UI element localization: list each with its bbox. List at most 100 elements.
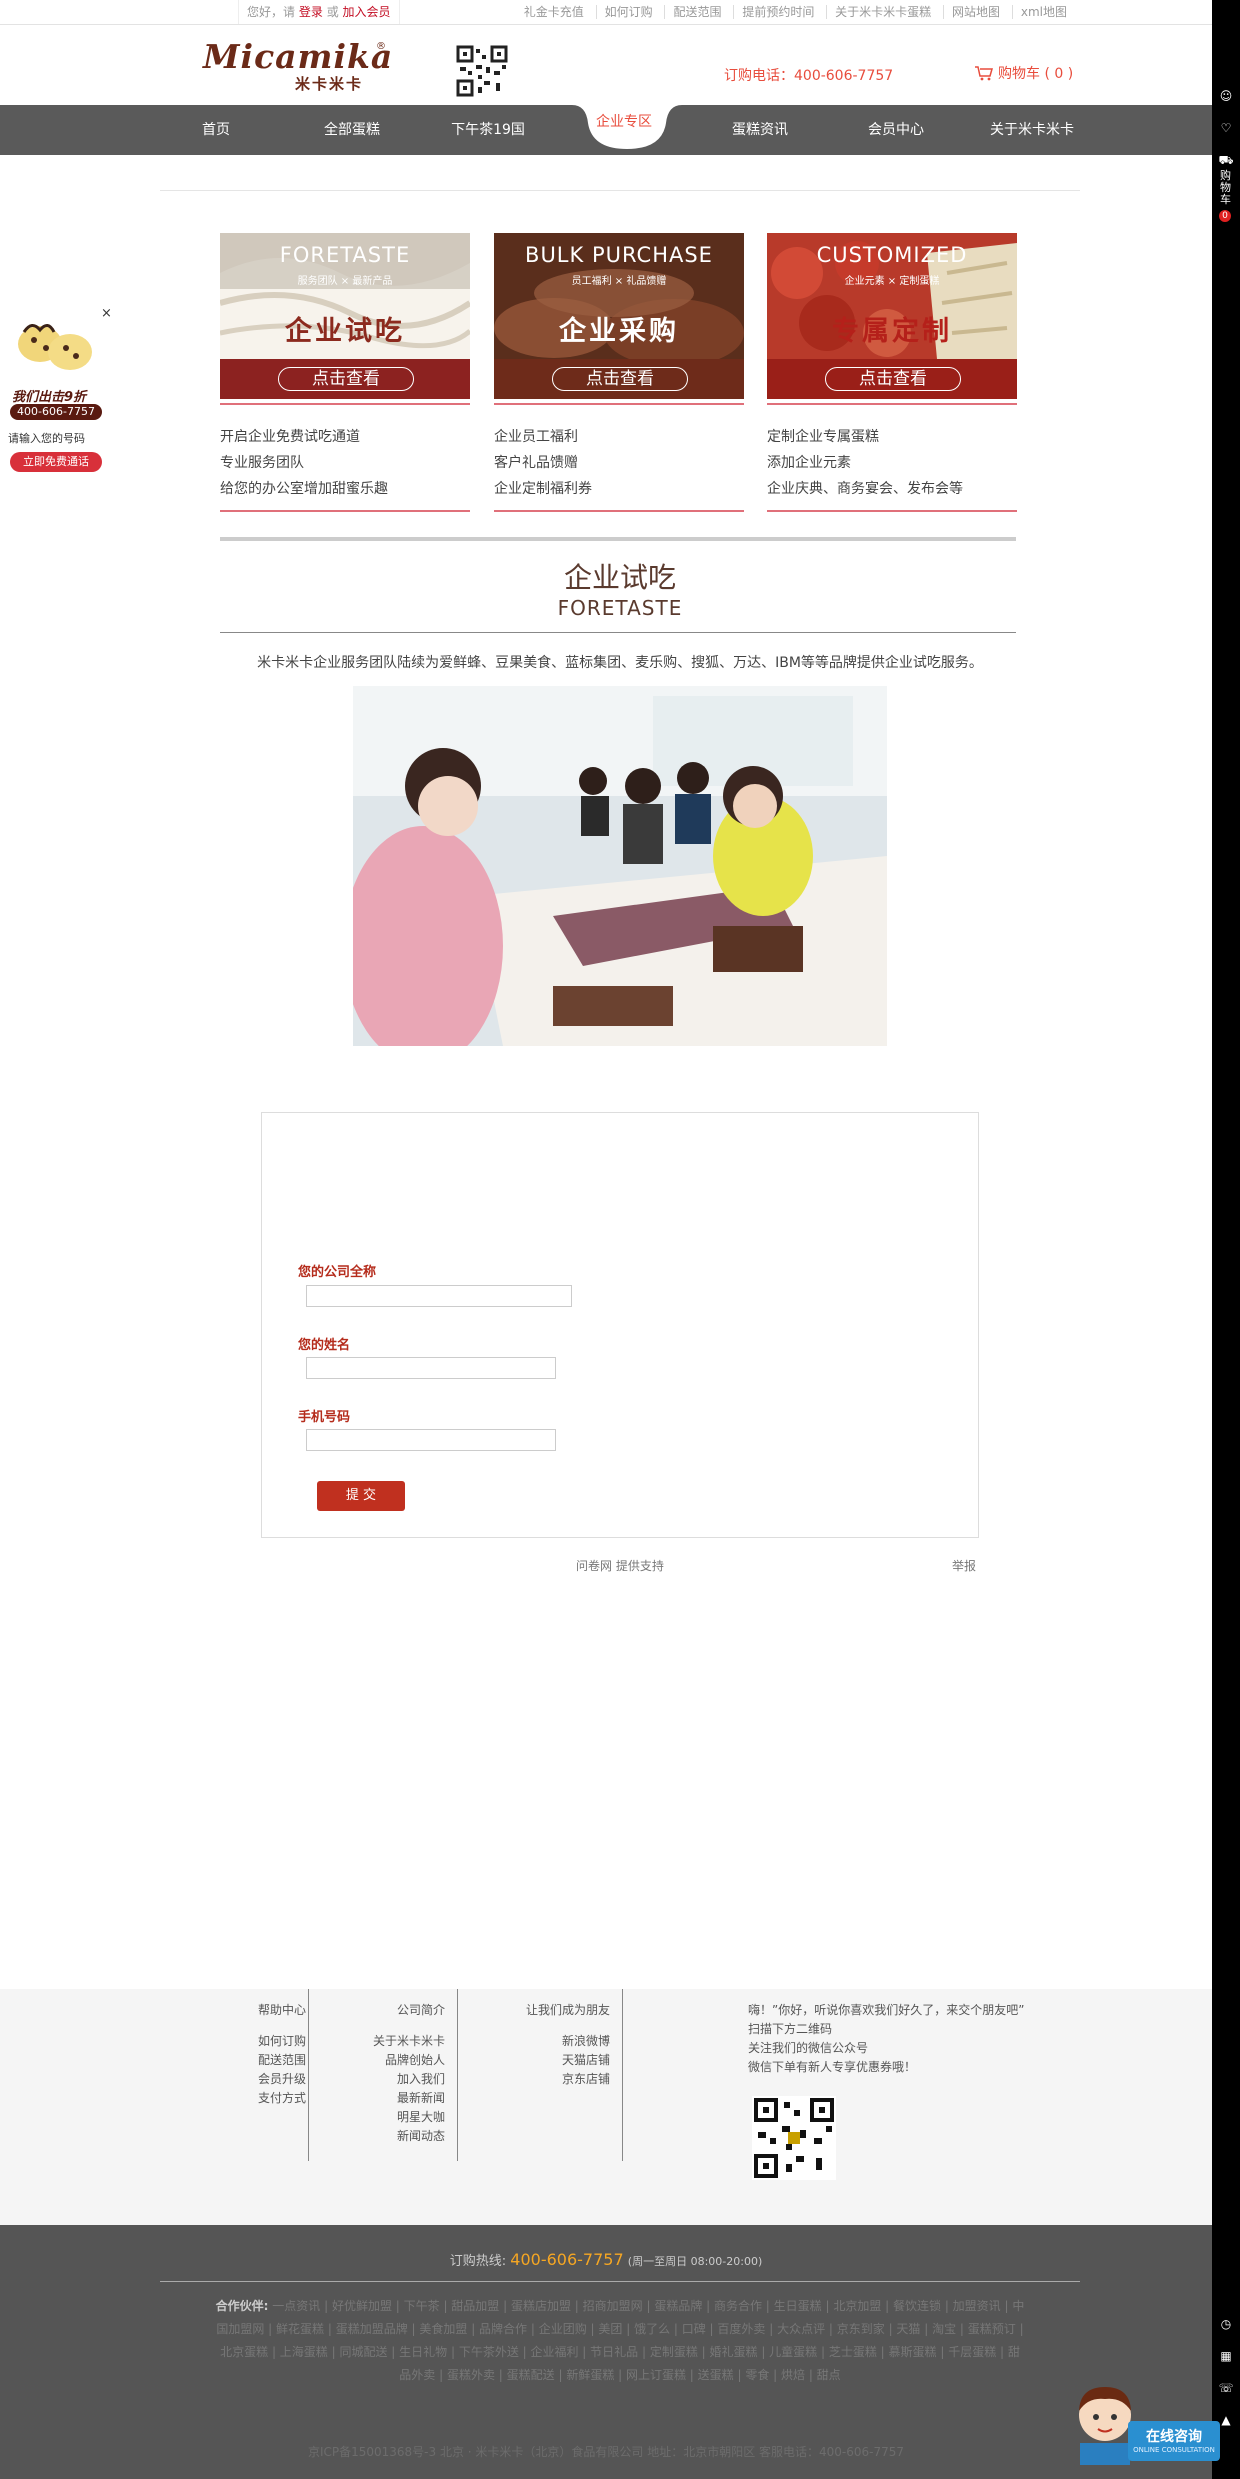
register-link[interactable]: 加入会员 [343,5,391,19]
card-en-title: CUSTOMIZED [816,243,968,267]
card-bulk-purchase[interactable]: BULK PURCHASE 员工福利 × 礼品馈赠 企业采购 点击查看 [494,233,744,399]
card-list-foretaste: 开启企业免费试吃通道 专业服务团队 给您的办公室增加甜蜜乐趣 [220,424,480,502]
promo-input-hint[interactable]: 请输入您的号码 [8,430,85,446]
card-list-bulk: 企业员工福利 客户礼品馈赠 企业定制福利券 [494,424,754,502]
history-icon[interactable]: ◷ [1218,2316,1234,2332]
footer-link[interactable]: 新浪微博 [508,2032,610,2051]
online-consult-widget[interactable]: 在线咨询 ONLINE CONSULTATION [1070,2381,1230,2465]
card-view-button[interactable]: 点击查看 [278,367,414,391]
footer-link[interactable]: 明星大咖 [360,2108,445,2127]
card-main-title: 企业采购 [559,316,679,347]
login-link[interactable]: 登录 [299,5,323,19]
footer-hotline-number: 400-606-7757 [510,2250,624,2269]
footer-link[interactable]: 支付方式 [246,2089,306,2108]
list-item: 企业庆典、商务宴会、发布会等 [767,481,963,497]
top-link-delivery[interactable]: 配送范围 [673,5,721,19]
top-link-xml[interactable]: xml地图 [1021,5,1067,19]
nav-about[interactable]: 关于米卡米卡 [972,105,1092,155]
partners-label: 合作伙伴: [215,2299,269,2313]
footer-links: 帮助中心 如何订购 配送范围 会员升级 支付方式 公司简介 关于米卡米卡 品牌创… [0,1989,1212,2225]
promo-line: 我们出击9折 [12,390,87,405]
card-bottom-line [494,510,744,512]
card-main-title: 企业试吃 [285,316,405,347]
card-subtitle: 员工福利 × 礼品馈赠 [571,276,667,287]
promo-phone: 400-606-7757 [10,404,102,420]
greeting-text: 您好，请 [247,5,296,19]
support-text: 提供支持 [615,1559,664,1573]
footer-wechat: 嗨！”你好，听说你喜欢我们好久了，来交个朋友吧” 扫描下方二维码 关注我们的微信… [748,2001,1078,2077]
footer-link[interactable]: 加入我们 [360,2070,445,2089]
nav-afternoon-tea[interactable]: 下午茶19国 [428,105,548,155]
partners-links[interactable]: 一点资讯 | 好优鲜加盟 | 下午茶 | 甜品加盟 | 蛋糕店加盟 | 招商加盟… [216,2299,1024,2382]
copyright: 京ICP备15001368号-3 北京 · 米卡米卡（北京）食品有限公司 地址：… [307,2445,905,2459]
footer-company-title: 公司简介 [396,2003,445,2017]
qr-icon[interactable]: ▦ [1218,2348,1234,2364]
footer-link[interactable]: 品牌创始人 [360,2051,445,2070]
card-underline [220,403,470,405]
footer-divider [308,1989,309,2161]
card-view-button[interactable]: 点击查看 [825,367,961,391]
top-link-howto[interactable]: 如何订购 [605,5,653,19]
or-text: 或 [326,5,339,19]
wechat-line: 嗨！”你好，听说你喜欢我们好久了，来交个朋友吧” [748,2003,1025,2017]
favorite-icon[interactable]: ♡ [1218,120,1234,136]
top-link-giftcard[interactable]: 礼金卡充值 [524,5,584,19]
consult-label: 在线咨询 [1146,2429,1202,2445]
member-icon[interactable]: ☺ [1218,88,1234,104]
footer-link[interactable]: 如何订购 [246,2032,306,2051]
company-input[interactable] [306,1285,572,1307]
card-customized[interactable]: CUSTOMIZED 企业元素 × 定制蛋糕 专属定制 点击查看 [767,233,1017,399]
nav-home[interactable]: 首页 [156,105,276,155]
footer-divider [457,1989,458,2161]
list-item: 客户礼品馈赠 [494,455,578,471]
sidebar-cart-label[interactable]: 购物车 [1220,170,1232,206]
footer-link[interactable]: 会员升级 [246,2070,306,2089]
phone-input[interactable] [306,1429,556,1451]
survey-support: 问卷网 提供支持 [576,1557,664,1574]
footer-hotline: 订购热线: 400-606-7757 (周一至周日 08:00-20:00) [0,2250,1212,2269]
cart-link[interactable]: 购物车 ( 0 ) [974,63,1073,83]
submit-button[interactable]: 提 交 [317,1481,405,1511]
footer-link[interactable]: 天猫店铺 [508,2051,610,2070]
cart-icon[interactable]: ⛟ [1218,152,1234,168]
logo[interactable]: Micamika 米卡米卡 ® [203,39,392,94]
card-foretaste[interactable]: FORETASTE 服务团队 × 最新产品 企业试吃 点击查看 [220,233,470,399]
footer-divider [622,1989,623,2161]
footer-help: 帮助中心 如何订购 配送范围 会员升级 支付方式 [246,2001,306,2108]
nav-all-cakes[interactable]: 全部蛋糕 [292,105,412,155]
survey-provider-link[interactable]: 问卷网 [576,1559,612,1573]
footer-company: 公司简介 关于米卡米卡 品牌创始人 加入我们 最新新闻 明星大咖 新闻动态 [360,2001,445,2146]
section-bar [220,537,1016,541]
nav-enterprise[interactable]: 企业专区 [564,97,684,147]
divider [160,190,1080,191]
footer-link[interactable]: 新闻动态 [360,2127,445,2146]
list-item: 开启企业免费试吃通道 [220,429,360,445]
list-item: 定制企业专属蛋糕 [767,429,879,445]
nav-cake-news[interactable]: 蛋糕资讯 [700,105,820,155]
footer-link[interactable]: 京东店铺 [508,2070,610,2089]
list-item: 添加企业元素 [767,455,851,471]
footer-link[interactable]: 配送范围 [246,2051,306,2070]
footer-hotline-hours: (周一至周日 08:00-20:00) [627,2255,763,2268]
card-view-button[interactable]: 点击查看 [552,367,688,391]
nav-member[interactable]: 会员中心 [836,105,956,155]
footer-link[interactable]: 关于米卡米卡 [360,2032,445,2051]
section-title-en: FORETASTE [557,596,683,620]
top-link-about[interactable]: 关于米卡米卡蛋糕 [835,5,931,19]
report-link[interactable]: 举报 [952,1557,976,1574]
tasting-event-photo [353,686,887,1046]
close-icon[interactable]: × [101,306,112,321]
name-input[interactable] [306,1357,556,1379]
footer-dark: 订购热线: 400-606-7757 (周一至周日 08:00-20:00) 合… [0,2225,1212,2479]
footer-link[interactable]: 最新新闻 [360,2089,445,2108]
top-link-sitemap[interactable]: 网站地图 [952,5,1000,19]
promo-call-button[interactable]: 立即免费通话 [10,452,102,472]
card-underline [494,403,744,405]
cart-label: 购物车 ( 0 ) [998,66,1074,82]
card-subtitle: 服务团队 × 最新产品 [297,276,393,287]
name-label: 您的姓名 [298,1338,351,1353]
logo-reg: ® [376,41,386,52]
cookie-icon [18,324,92,370]
greeting: 您好，请 登录 或 加入会员 [238,0,400,24]
top-link-advance[interactable]: 提前预约时间 [742,5,814,19]
